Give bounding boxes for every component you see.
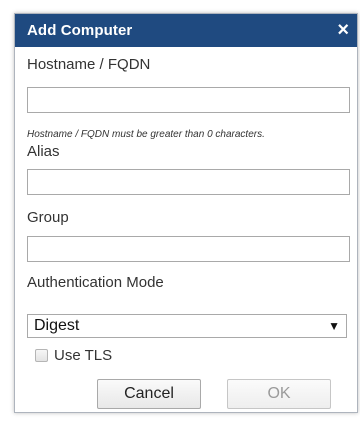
hostname-input[interactable] bbox=[27, 87, 350, 113]
alias-input[interactable] bbox=[27, 169, 350, 195]
auth-mode-select[interactable]: Digest ▼ bbox=[27, 314, 347, 338]
close-icon[interactable]: × bbox=[337, 17, 349, 43]
dialog-title: Add Computer bbox=[27, 22, 133, 39]
ok-button[interactable]: OK bbox=[227, 379, 331, 409]
hostname-hint: Hostname / FQDN must be greater than 0 c… bbox=[27, 129, 265, 140]
auth-mode-value: Digest bbox=[34, 317, 80, 334]
group-input[interactable] bbox=[27, 236, 350, 262]
alias-label: Alias bbox=[27, 143, 60, 160]
cancel-button[interactable]: Cancel bbox=[97, 379, 201, 409]
use-tls-label: Use TLS bbox=[54, 347, 113, 364]
hostname-label: Hostname / FQDN bbox=[27, 56, 151, 73]
auth-mode-label: Authentication Mode bbox=[27, 274, 164, 291]
group-label: Group bbox=[27, 209, 69, 226]
dialog-titlebar: Add Computer × bbox=[15, 14, 357, 47]
use-tls-option[interactable]: Use TLS bbox=[35, 347, 112, 364]
chevron-down-icon: ▼ bbox=[328, 319, 340, 333]
use-tls-checkbox[interactable] bbox=[35, 349, 48, 362]
add-computer-dialog: Add Computer × Hostname / FQDN Hostname … bbox=[14, 13, 358, 413]
